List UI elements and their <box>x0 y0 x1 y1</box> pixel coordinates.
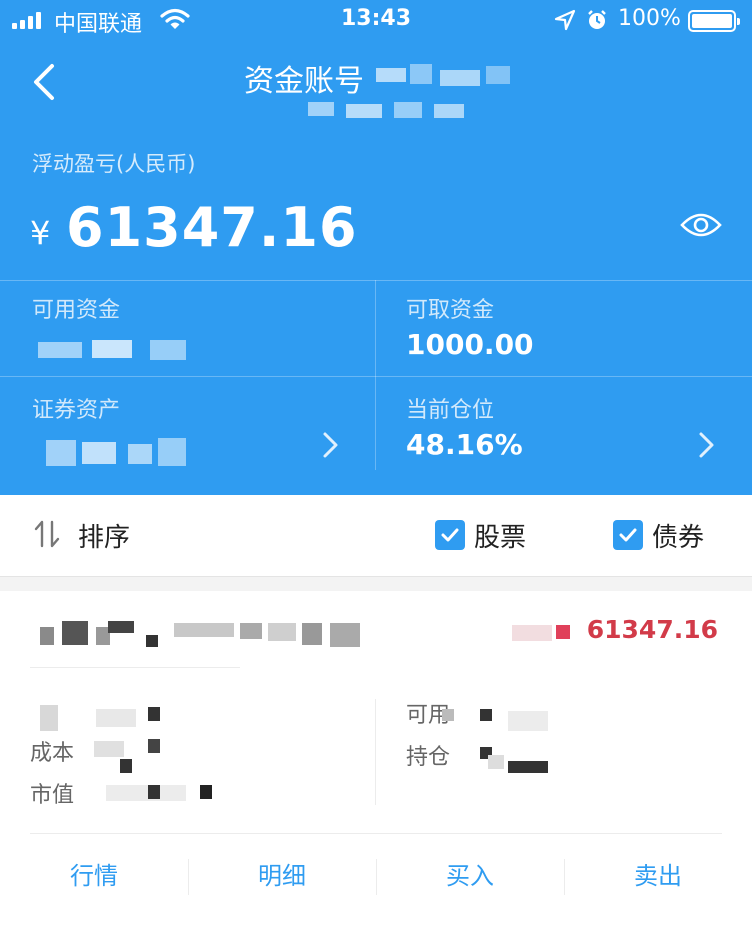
alarm-clock-icon <box>588 10 606 29</box>
holding-actions: 行情 明细 买入 卖出 <box>0 841 752 911</box>
holding-pnl-value: 61347.16 <box>586 615 718 644</box>
securities-assets-label: 证券资产 <box>32 398 121 423</box>
battery-percent: 100% <box>618 6 681 31</box>
divider <box>375 699 376 805</box>
chevron-right-icon[interactable] <box>320 430 342 460</box>
currency-symbol: ¥ <box>30 214 51 252</box>
floating-pnl-value: 61347.16 <box>66 196 358 259</box>
check-icon <box>441 528 459 542</box>
withdrawable-funds-label: 可取资金 <box>406 298 495 323</box>
stock-checkbox-label[interactable]: 股票 <box>474 517 526 554</box>
redacted-quantities <box>438 701 558 781</box>
check-icon <box>619 528 637 542</box>
redacted-available-funds <box>38 334 198 364</box>
redacted-security-name <box>40 617 370 651</box>
available-funds-label: 可用资金 <box>32 298 121 323</box>
position-label: 当前仓位 <box>406 398 495 423</box>
divider <box>30 667 240 668</box>
divider <box>0 280 752 281</box>
chevron-right-icon[interactable] <box>696 430 718 460</box>
divider <box>30 833 722 834</box>
redacted-account-number <box>300 60 530 124</box>
redacted-holding-values <box>36 701 236 801</box>
location-arrow-icon <box>554 9 576 31</box>
bond-checkbox-label[interactable]: 债券 <box>652 517 704 554</box>
buy-button[interactable]: 买入 <box>376 841 564 911</box>
account-header-panel: 中国联通 13:43 100% 资金账号 浮动盈亏(人民币) ¥ 61347.1… <box>0 0 752 495</box>
sort-button[interactable]: 排序 <box>78 517 130 554</box>
status-bar: 中国联通 13:43 100% <box>0 0 752 42</box>
sort-icon[interactable] <box>34 519 60 549</box>
divider <box>0 376 752 377</box>
divider <box>375 280 376 470</box>
redacted-badge <box>512 621 574 645</box>
holding-card: 61347.16 成本 市值 可用 持仓 行情 明细 买入 卖出 <box>0 591 752 940</box>
withdrawable-funds-value: 1000.00 <box>406 328 534 361</box>
stock-checkbox[interactable] <box>435 520 465 550</box>
sell-button[interactable]: 卖出 <box>564 841 752 911</box>
section-gap <box>0 577 752 591</box>
quote-button[interactable]: 行情 <box>0 841 188 911</box>
detail-button[interactable]: 明细 <box>188 841 376 911</box>
position-value: 48.16% <box>406 428 523 461</box>
battery-icon <box>688 10 740 32</box>
bond-checkbox[interactable] <box>613 520 643 550</box>
back-chevron-icon[interactable] <box>28 60 68 104</box>
eye-icon[interactable] <box>680 208 722 242</box>
filter-bar: 排序 股票 债券 <box>0 495 752 577</box>
floating-pnl-label: 浮动盈亏(人民币) <box>32 152 196 176</box>
redacted-securities-assets <box>46 432 196 472</box>
